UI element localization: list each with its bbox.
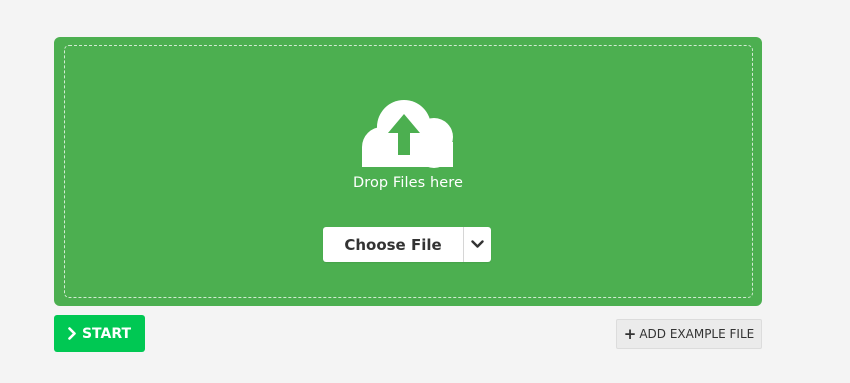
- add-example-file-button[interactable]: + ADD EXAMPLE FILE: [616, 319, 762, 349]
- chevron-down-icon: [471, 240, 484, 248]
- plus-icon: +: [623, 324, 637, 343]
- drop-files-text: Drop Files here: [352, 175, 464, 191]
- choose-file-dropdown-button[interactable]: [464, 227, 491, 262]
- chevron-right-icon: [68, 327, 77, 340]
- choose-file-button[interactable]: Choose File: [323, 227, 464, 262]
- start-label: START: [81, 325, 132, 342]
- add-example-file-label: ADD EXAMPLE FILE: [639, 327, 755, 341]
- cloud-upload-icon: [362, 100, 453, 168]
- choose-file-group: Choose File: [323, 227, 491, 262]
- file-dropzone[interactable]: Drop Files here Choose File: [54, 37, 762, 306]
- start-button[interactable]: START: [54, 315, 145, 352]
